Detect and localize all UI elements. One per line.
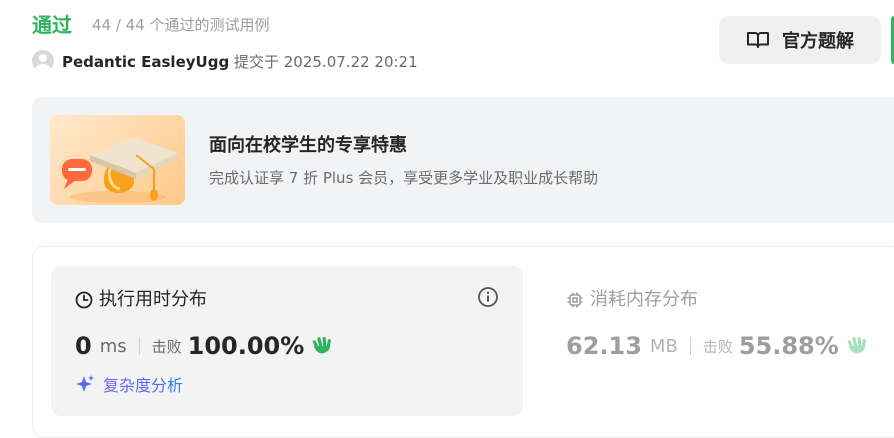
- official-solution-label: 官方题解: [782, 31, 854, 52]
- clock-icon: [75, 291, 93, 309]
- divider: [138, 337, 140, 355]
- submitted-label: 提交于: [233, 53, 279, 71]
- beats-label: 击败: [151, 337, 182, 356]
- wave-icon: [310, 333, 334, 359]
- promo-title: 面向在校学生的专享特惠: [209, 135, 407, 156]
- user-avatar[interactable]: [32, 50, 54, 72]
- runtime-metric: 0 ms 击败 100.00%: [75, 332, 334, 360]
- runtime-beats-percent: 100.00%: [187, 332, 305, 360]
- memory-header: 消耗内存分布: [566, 288, 698, 312]
- memory-title: 消耗内存分布: [590, 289, 698, 310]
- info-icon[interactable]: [477, 286, 499, 312]
- runtime-title: 执行用时分布: [99, 289, 207, 310]
- beats-label: 击败: [702, 337, 733, 356]
- runtime-header: 执行用时分布: [75, 288, 207, 312]
- submission-meta: Pedantic EasleyUgg 提交于 2025.07.22 20:21: [62, 52, 418, 72]
- graduation-cap-illustration: [50, 115, 185, 205]
- memory-value: 62.13: [566, 332, 642, 360]
- submitted-time: 2025.07.22 20:21: [283, 53, 418, 71]
- sparkle-icon: [75, 374, 95, 394]
- promo-description: 完成认证享 7 折 Plus 会员，享受更多学业及职业成长帮助: [209, 169, 599, 187]
- official-solution-button[interactable]: 官方题解: [719, 16, 881, 64]
- runtime-distribution-panel[interactable]: 执行用时分布 0 ms 击败 100.00% 复杂度分析: [51, 266, 523, 416]
- student-promo-banner[interactable]: 面向在校学生的专享特惠 完成认证享 7 折 Plus 会员，享受更多学业及职业成…: [32, 97, 894, 223]
- memory-metric: 62.13 MB 击败 55.88%: [566, 332, 869, 360]
- runtime-unit: ms: [99, 335, 127, 357]
- book-icon: [746, 30, 770, 50]
- memory-beats-percent: 55.88%: [738, 332, 839, 360]
- submission-status: 通过: [32, 13, 72, 37]
- divider: [689, 337, 691, 355]
- complexity-analysis-link[interactable]: 复杂度分析: [75, 372, 183, 396]
- username-link[interactable]: Pedantic EasleyUgg: [62, 53, 229, 71]
- memory-unit: MB: [649, 335, 678, 357]
- complexity-label: 复杂度分析: [103, 372, 183, 396]
- runtime-value: 0: [75, 332, 92, 360]
- tests-passed-summary: 44 / 44 个通过的测试用例: [92, 16, 270, 34]
- chip-icon: [566, 291, 584, 309]
- memory-distribution-panel[interactable]: 消耗内存分布 62.13 MB 击败 55.88%: [566, 266, 894, 416]
- wave-icon: [845, 333, 869, 359]
